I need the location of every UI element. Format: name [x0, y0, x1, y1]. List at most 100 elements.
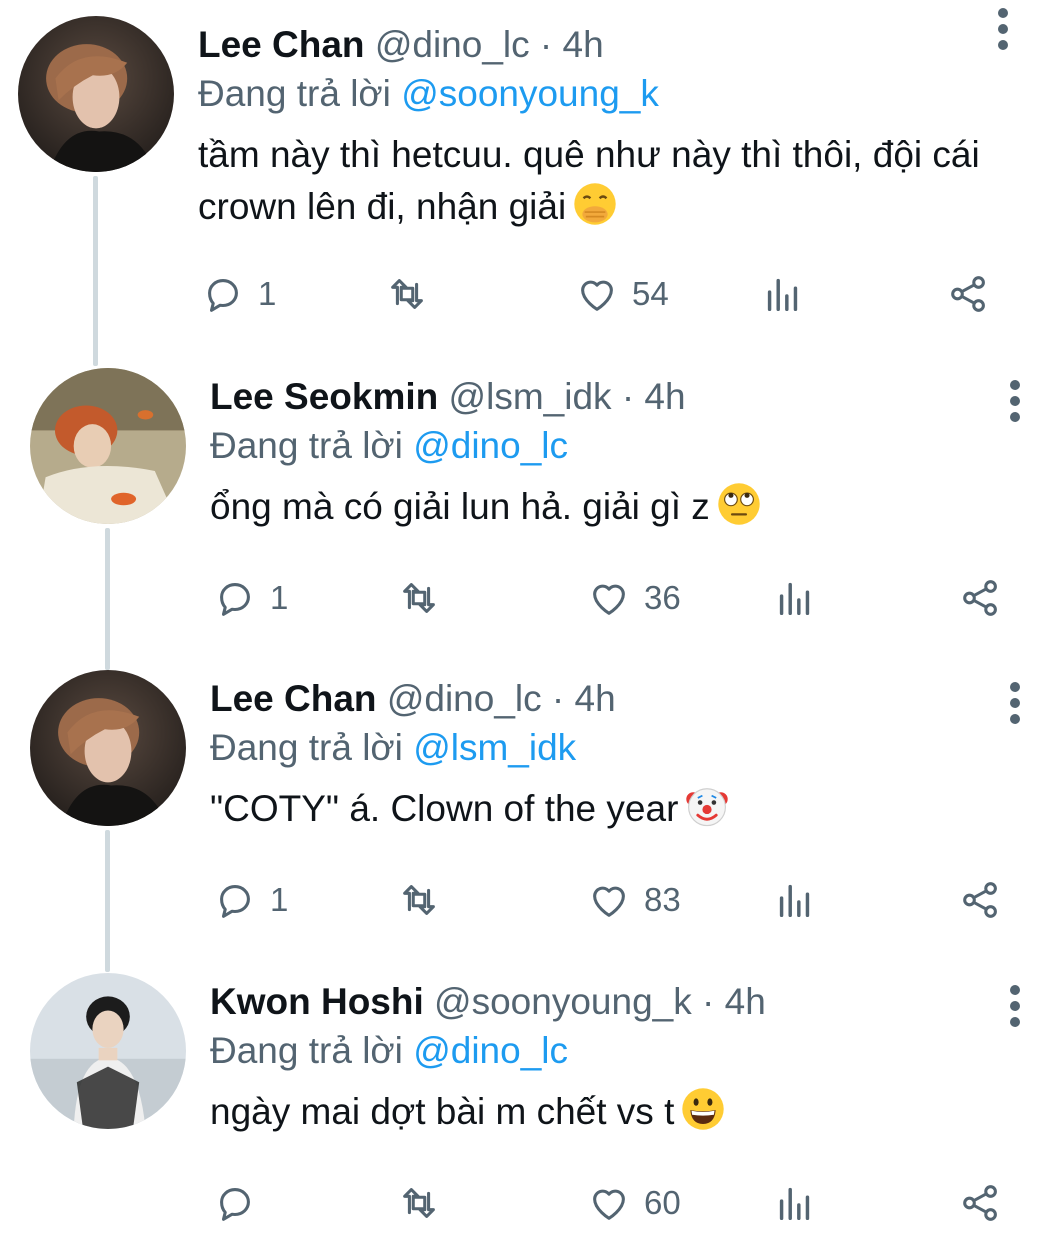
replying-to-label: Đang trả lời	[210, 727, 403, 768]
reply-icon	[208, 279, 238, 312]
clown-face-emoji-icon	[684, 783, 730, 829]
tweet-text-body: ổng mà có giải lun hả. giải gì z	[210, 486, 710, 527]
retweet-icon	[403, 1188, 435, 1218]
eye-roll-emoji-icon	[716, 481, 762, 527]
reply-thread: Lee Chan @dino_lc · 4h Đang trả lời @soo…	[0, 0, 1062, 1242]
share-button[interactable]	[958, 1175, 1004, 1231]
reply-icon	[220, 583, 250, 616]
handle[interactable]: @soonyoung_k	[434, 981, 692, 1022]
share-button[interactable]	[946, 266, 992, 322]
timestamp[interactable]: 4h	[563, 24, 604, 65]
tweet-header: Lee Seokmin @lsm_idk · 4h	[210, 373, 1002, 421]
like-count: 54	[632, 275, 669, 312]
avatar-lee-chan-image	[30, 670, 186, 826]
display-name[interactable]: Lee Chan	[210, 678, 377, 719]
action-bar: 60	[212, 1175, 1012, 1231]
tweet[interactable]: Kwon Hoshi @soonyoung_k · 4h Đang trả lờ…	[0, 955, 1062, 1242]
analytics-icon	[767, 278, 798, 312]
retweet-button[interactable]	[396, 872, 442, 928]
analytics-button[interactable]	[772, 1175, 818, 1231]
heart-icon	[593, 584, 625, 615]
tweet-text: tầm này thì hetcuu. quê như này thì thôi…	[198, 129, 1002, 233]
tweet[interactable]: Lee Chan @dino_lc · 4h Đang trả lời @soo…	[0, 0, 1062, 345]
share-icon	[963, 1185, 997, 1221]
more-options-icon[interactable]	[1010, 380, 1022, 428]
tweet[interactable]: Lee Chan @dino_lc · 4h Đang trả lời @lsm…	[0, 652, 1062, 952]
reply-button[interactable]: 1	[212, 570, 288, 626]
tweet[interactable]: Lee Seokmin @lsm_idk · 4h Đang trả lời @…	[0, 350, 1062, 650]
tweet-text-body: ngày mai dợt bài m chết vs t	[210, 1091, 675, 1132]
handle[interactable]: @lsm_idk	[449, 376, 612, 417]
timestamp[interactable]: 4h	[644, 376, 685, 417]
avatar[interactable]	[30, 670, 186, 826]
handle[interactable]: @dino_lc	[375, 24, 530, 65]
like-button[interactable]: 83	[586, 872, 681, 928]
reply-count: 1	[270, 579, 289, 616]
handle[interactable]: @dino_lc	[387, 678, 542, 719]
separator-dot: ·	[702, 981, 715, 1022]
replying-to: Đang trả lời @soonyoung_k	[198, 69, 1002, 119]
reply-icon	[220, 885, 250, 918]
mention-link[interactable]: @soonyoung_k	[401, 73, 659, 114]
replying-to-label: Đang trả lời	[198, 73, 391, 114]
timestamp[interactable]: 4h	[725, 981, 766, 1022]
avatar-kwon-hoshi-image	[30, 973, 186, 1129]
retweet-button[interactable]	[396, 1175, 442, 1231]
share-icon	[963, 882, 997, 918]
reply-button[interactable]: 1	[212, 872, 288, 928]
reply-button[interactable]	[212, 1175, 270, 1231]
separator-dot: ·	[621, 376, 635, 417]
heart-icon	[593, 1189, 625, 1220]
display-name[interactable]: Lee Chan	[198, 24, 365, 65]
hand-over-mouth-emoji-icon	[572, 181, 618, 227]
action-bar: 1 36	[212, 570, 1012, 626]
like-count: 36	[644, 579, 681, 616]
tweet-header: Lee Chan @dino_lc · 4h	[198, 21, 1002, 69]
retweet-icon	[403, 885, 435, 915]
avatar[interactable]	[30, 368, 186, 524]
analytics-icon	[779, 582, 810, 616]
analytics-button[interactable]	[772, 570, 818, 626]
reply-count: 1	[258, 275, 277, 312]
separator-dot: ·	[539, 24, 553, 65]
reply-button[interactable]: 1	[200, 266, 276, 322]
retweet-button[interactable]	[384, 266, 430, 322]
avatar[interactable]	[30, 973, 186, 1129]
mention-link[interactable]: @lsm_idk	[413, 727, 576, 768]
share-button[interactable]	[958, 570, 1004, 626]
avatar[interactable]	[18, 16, 174, 172]
like-button[interactable]: 36	[586, 570, 681, 626]
timestamp[interactable]: 4h	[575, 678, 616, 719]
avatar-lee-chan-image	[18, 16, 174, 172]
heart-icon	[593, 886, 625, 917]
action-bar: 1 83	[212, 872, 1012, 928]
like-button[interactable]: 60	[586, 1175, 681, 1231]
retweet-icon	[403, 583, 435, 613]
reply-count: 1	[270, 881, 289, 918]
avatar-lee-seokmin-image	[30, 368, 186, 524]
grinning-face-emoji-icon	[680, 1086, 726, 1132]
tweet-text: ổng mà có giải lun hả. giải gì z	[210, 481, 1002, 533]
mention-link[interactable]: @dino_lc	[413, 425, 568, 466]
like-count: 83	[644, 881, 681, 918]
retweet-button[interactable]	[396, 570, 442, 626]
display-name[interactable]: Lee Seokmin	[210, 376, 438, 417]
more-options-icon[interactable]	[1010, 682, 1022, 730]
like-button[interactable]: 54	[574, 266, 669, 322]
more-options-icon[interactable]	[998, 8, 1010, 56]
analytics-icon	[779, 1187, 810, 1221]
action-bar: 1 54	[200, 266, 1000, 322]
replying-to-label: Đang trả lời	[210, 425, 403, 466]
replying-to-label: Đang trả lời	[210, 1030, 403, 1071]
tweet-text: ngày mai dợt bài m chết vs t	[210, 1086, 1002, 1138]
analytics-button[interactable]	[772, 872, 818, 928]
display-name[interactable]: Kwon Hoshi	[210, 981, 424, 1022]
tweet-header: Lee Chan @dino_lc · 4h	[210, 675, 1002, 723]
share-icon	[951, 276, 985, 312]
analytics-button[interactable]	[760, 266, 806, 322]
mention-link[interactable]: @dino_lc	[413, 1030, 568, 1071]
heart-icon	[581, 280, 613, 311]
more-options-icon[interactable]	[1010, 985, 1022, 1033]
like-count: 60	[644, 1184, 681, 1221]
share-button[interactable]	[958, 872, 1004, 928]
